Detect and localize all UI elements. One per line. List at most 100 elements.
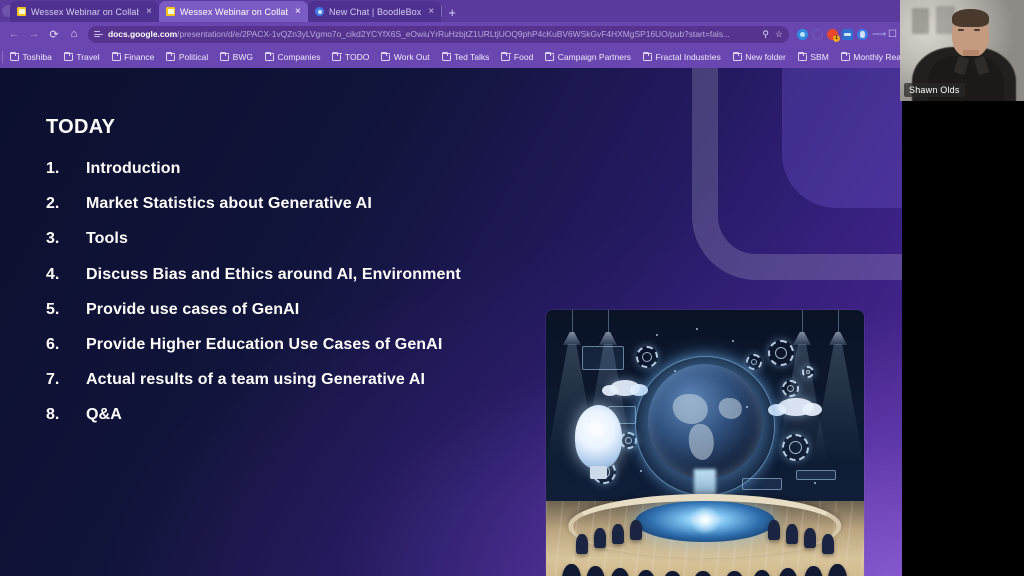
agenda-list: 1. Introduction 2. Market Statistics abo… <box>46 160 546 424</box>
bookmark-political[interactable]: Political <box>160 51 214 63</box>
site-settings-icon[interactable] <box>94 30 103 38</box>
tab-new-chat-boodlebox[interactable]: New Chat | BoodleBox × <box>308 1 442 22</box>
bookmark-new-folder[interactable]: New folder <box>727 51 792 63</box>
gear-icon <box>768 340 794 366</box>
list-item-number: 6. <box>46 335 60 353</box>
participant-eye <box>974 29 980 31</box>
close-icon[interactable]: × <box>426 6 436 17</box>
bookmark-star-icon[interactable]: ☆ <box>775 29 783 40</box>
person-silhouette <box>786 524 798 544</box>
bookmark-companies[interactable]: Companies <box>259 51 327 63</box>
tab-title: Wessex Webinar on Collabor <box>31 6 139 17</box>
star-dot <box>640 470 642 472</box>
wall-frame <box>912 8 929 34</box>
person-silhouette <box>822 534 834 554</box>
star-dot <box>656 334 658 336</box>
extension-toolbar: 1 ⟶ ☐ <box>793 28 898 42</box>
cloud-icon <box>768 398 822 416</box>
folder-icon <box>642 51 653 61</box>
list-item: 4. Discuss Bias and Ethics around AI, En… <box>46 266 546 284</box>
list-item-number: 5. <box>46 300 60 318</box>
bookmark-monthly-read[interactable]: Monthly Read <box>835 51 902 63</box>
extensions-puzzle-icon[interactable]: ☐ <box>887 29 898 40</box>
folder-icon <box>381 51 391 61</box>
extension-icon-hollow-circle[interactable] <box>812 28 823 40</box>
bookmark-label: Fractal Industries <box>655 52 721 62</box>
folder-icon <box>9 51 20 61</box>
webcam-overlay[interactable]: Shawn Olds <box>900 0 1024 101</box>
url-text: docs.google.com/presentation/d/e/2PACX-1… <box>108 29 757 39</box>
star-dot <box>732 340 734 342</box>
person-silhouette <box>768 520 780 540</box>
folder-icon <box>797 51 807 61</box>
bookmark-fractal-industries[interactable]: Fractal Industries <box>637 51 727 63</box>
background-fill-right <box>902 101 1024 576</box>
browser-toolbar: ← → ⟳ ⌂ docs.google.com/presentation/d/e… <box>0 22 902 46</box>
reload-icon[interactable]: ⟳ <box>44 25 64 43</box>
bookmark-ted-talks[interactable]: Ted Talks <box>436 51 496 63</box>
bookmark-finance[interactable]: Finance <box>106 51 161 63</box>
new-tab-button[interactable]: + <box>442 6 462 22</box>
bookmark-todo[interactable]: TODO <box>326 51 375 63</box>
participant-name-label: Shawn Olds <box>904 83 965 97</box>
star-dot <box>696 328 698 330</box>
list-item: 6. Provide Higher Education Use Cases of… <box>46 336 546 354</box>
participant-eye <box>958 29 964 31</box>
tab-title: New Chat | BoodleBox <box>329 6 422 17</box>
bookmark-food[interactable]: Food <box>495 51 539 63</box>
list-item-label: Discuss Bias and Ethics around AI, Envir… <box>86 265 461 283</box>
extension-icon-swoosh[interactable]: ⟶ <box>872 29 886 40</box>
bookmark-label: Toshiba <box>22 52 52 62</box>
presentation-slide[interactable]: TODAY 1. Introduction 2. Market Statisti… <box>0 68 902 576</box>
bookmark-campaign-partners[interactable]: Campaign Partners <box>539 51 637 63</box>
list-item-number: 8. <box>46 406 60 424</box>
bookmark-sbm[interactable]: SBM <box>792 51 835 63</box>
bookmark-label: Travel <box>76 52 100 62</box>
close-icon[interactable]: × <box>144 6 154 17</box>
bookmark-bwg[interactable]: BWG <box>214 51 259 63</box>
extension-icon-shield[interactable] <box>857 28 868 40</box>
folder-icon <box>501 51 511 61</box>
folder-icon <box>332 51 342 61</box>
person-silhouette <box>576 534 588 554</box>
extension-icon-card[interactable] <box>842 28 853 40</box>
list-item: 3. Tools <box>46 230 546 248</box>
person-silhouette <box>612 524 624 544</box>
close-icon[interactable]: × <box>293 6 303 17</box>
bookmarks-divider <box>2 51 3 63</box>
list-item: 2. Market Statistics about Generative AI <box>46 195 546 213</box>
address-bar[interactable]: docs.google.com/presentation/d/e/2PACX-1… <box>88 25 789 43</box>
slide-illustration <box>546 310 864 576</box>
zoom-icon[interactable]: ⚲ <box>762 29 769 40</box>
bookmark-label: Political <box>178 52 209 62</box>
list-item-label: Actual results of a team using Generativ… <box>86 371 426 389</box>
page-title: TODAY <box>46 116 116 138</box>
bookmark-label: Food <box>513 52 534 62</box>
extension-icon-notification[interactable]: 1 <box>827 28 840 42</box>
list-item-number: 4. <box>46 265 60 283</box>
person-silhouette <box>594 528 606 548</box>
folder-icon <box>63 51 73 61</box>
star-dot <box>674 370 676 372</box>
person-silhouette <box>630 520 642 540</box>
bookmark-label: BWG <box>232 52 253 62</box>
back-icon[interactable]: ← <box>4 25 24 43</box>
lightbulb-icon <box>574 405 623 479</box>
bookmark-travel[interactable]: Travel <box>58 51 106 63</box>
home-icon[interactable]: ⌂ <box>64 25 84 43</box>
forward-icon[interactable]: → <box>24 25 44 43</box>
decorative-shape-fill <box>782 68 902 208</box>
folder-icon <box>441 51 451 61</box>
tab-wessex-webinar-2[interactable]: Wessex Webinar on Collabor × <box>159 1 308 22</box>
star-dot <box>814 482 816 484</box>
tab-wessex-webinar-1[interactable]: Wessex Webinar on Collabor × <box>10 1 159 22</box>
list-item: 5. Provide use cases of GenAI <box>46 301 546 319</box>
bookmark-toshiba[interactable]: Toshiba <box>4 51 58 63</box>
extension-icon-blue-ring[interactable] <box>797 28 808 40</box>
conference-table <box>568 494 842 559</box>
decorative-rounded-outline <box>692 68 902 280</box>
gear-icon <box>620 432 637 449</box>
star-dot <box>746 406 748 408</box>
slides-icon <box>166 7 175 16</box>
bookmark-work-out[interactable]: Work Out <box>375 51 435 63</box>
